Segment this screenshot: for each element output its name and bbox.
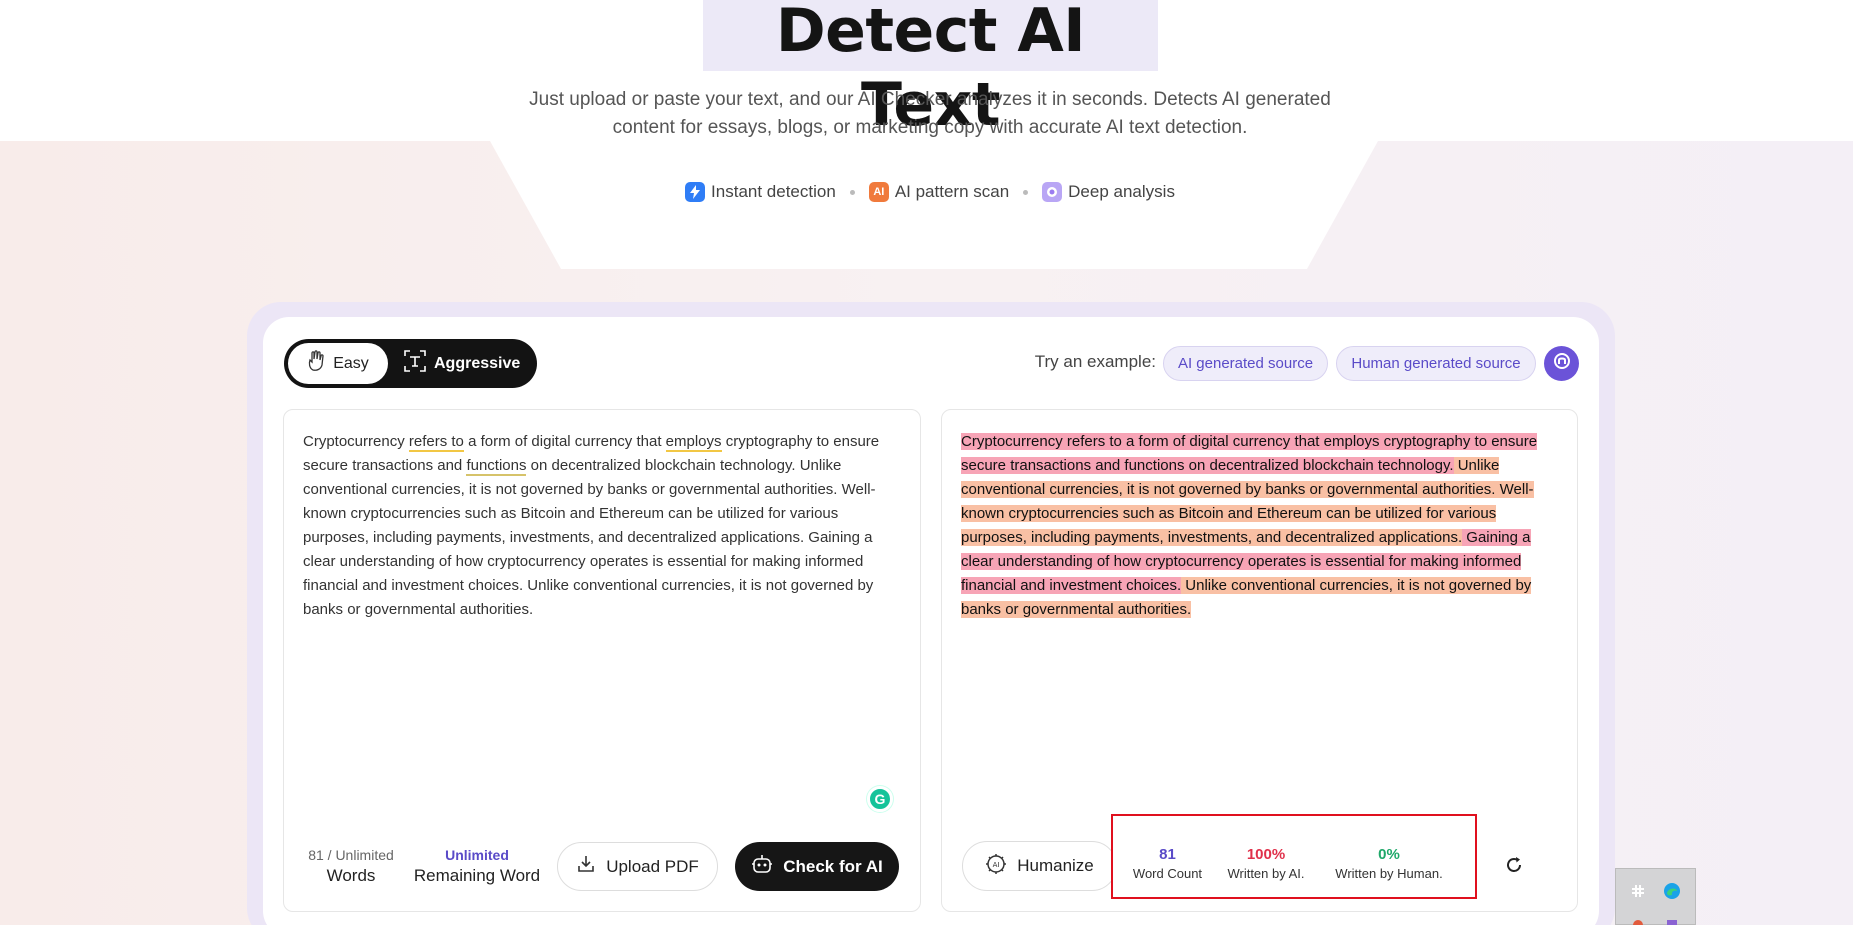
shield-icon (1553, 352, 1571, 375)
humanize-icon: AI (985, 853, 1007, 880)
word-count-label: Words (326, 866, 376, 885)
mode-aggressive-button[interactable]: Aggressive (404, 343, 534, 384)
robot-icon (751, 853, 773, 880)
scan-text-icon (404, 350, 426, 377)
feature-ai-pattern-scan: AI AI pattern scan (868, 182, 1010, 202)
input-text-segment: on decentralized blockchain technology. … (303, 457, 876, 618)
stat-word-count-label: Word Count (1132, 866, 1203, 881)
word-count-value: 81 / Unlimited (308, 847, 394, 863)
feature-list: Instant detection AI AI pattern scan Dee… (600, 179, 1260, 205)
check-for-ai-button[interactable]: Check for AI (735, 842, 899, 891)
brain-icon (1042, 182, 1063, 202)
human-example-button[interactable]: Human generated source (1336, 346, 1536, 381)
remaining-words: Unlimited Remaining Word (408, 847, 546, 886)
ai-example-button[interactable]: AI generated source (1163, 346, 1328, 381)
humanize-button[interactable]: AI Humanize (962, 841, 1117, 891)
mode-easy-label: Easy (333, 354, 369, 372)
separator-dot (1023, 189, 1029, 195)
feature-instant-detection: Instant detection (685, 182, 836, 202)
grammar-suggestion[interactable]: refers to (408, 433, 464, 452)
stat-human-label: Written by Human. (1335, 866, 1443, 881)
separator-dot (849, 189, 855, 195)
app-icon[interactable] (1662, 913, 1682, 925)
mode-aggressive-label: Aggressive (434, 354, 521, 372)
download-icon (576, 854, 596, 879)
check-for-ai-label: Check for AI (783, 856, 883, 876)
result-text: Cryptocurrency refers to a form of digit… (961, 430, 1566, 622)
grammarly-icon[interactable]: G (867, 786, 893, 812)
upload-pdf-label: Upload PDF (606, 856, 699, 876)
stat-human-value: 0% (1378, 846, 1400, 863)
refresh-button[interactable] (1500, 853, 1528, 881)
feature-deep-analysis: Deep analysis (1042, 182, 1175, 202)
stat-ai-score: 100% Written by AI. (1216, 846, 1316, 881)
hero-background-curve (540, 200, 1328, 269)
svg-text:AI: AI (993, 861, 1000, 869)
humanize-label: Humanize (1017, 856, 1094, 875)
feature-label: Instant detection (711, 182, 836, 201)
ai-sentence-highlight: Cryptocurrency refers to a form of digit… (961, 433, 1538, 474)
feature-label: AI pattern scan (894, 182, 1010, 201)
try-example-label: Try an example: (1034, 352, 1156, 371)
subtitle-line: content for essays, blogs, or marketing … (612, 117, 1248, 138)
system-tray-popup (1615, 868, 1696, 925)
stat-word-count-value: 81 (1159, 846, 1176, 863)
slack-icon[interactable] (1628, 881, 1648, 901)
refresh-icon (1504, 855, 1524, 880)
stat-ai-label: Written by AI. (1227, 866, 1305, 881)
ai-badge-icon: AI (868, 182, 889, 202)
hand-icon (307, 350, 325, 377)
edge-browser-icon[interactable] (1662, 881, 1682, 901)
feature-label: Deep analysis (1068, 182, 1175, 201)
grammar-suggestion[interactable]: functions (466, 457, 527, 476)
page-subtitle: Just upload or paste your text, and our … (500, 86, 1360, 142)
mode-easy-button[interactable]: Easy (288, 343, 388, 384)
word-count: 81 / Unlimited Words (296, 847, 406, 886)
page-title: Detect AI Text (775, 0, 1086, 140)
grammar-suggestion[interactable]: employs (665, 433, 722, 452)
extension-button[interactable] (1544, 346, 1579, 381)
app-icon[interactable] (1628, 913, 1648, 925)
remaining-words-value: Unlimited (445, 847, 509, 863)
stat-word-count: 81 Word Count (1121, 846, 1214, 881)
input-text-segment: a form of digital currency that (463, 433, 666, 450)
input-text-segment: Cryptocurrency (303, 433, 409, 450)
subtitle-line: Just upload or paste your text, and our … (529, 89, 1331, 110)
stat-human-score: 0% Written by Human. (1324, 846, 1454, 881)
input-textarea[interactable]: Cryptocurrency refers to a form of digit… (303, 430, 908, 622)
stat-ai-value: 100% (1246, 846, 1286, 863)
lightning-icon (685, 182, 706, 202)
upload-pdf-button[interactable]: Upload PDF (557, 842, 718, 891)
remaining-words-label: Remaining Word (413, 866, 541, 885)
